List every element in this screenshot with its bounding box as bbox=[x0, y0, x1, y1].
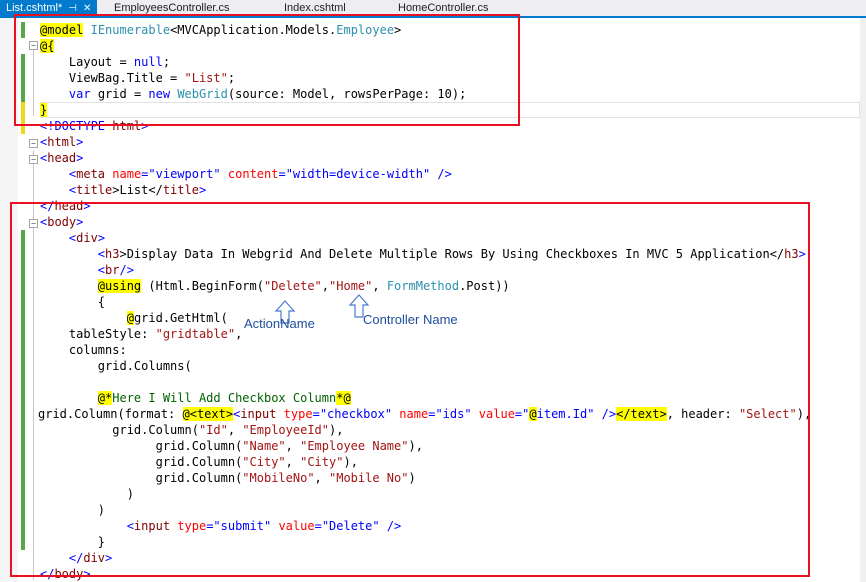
tab-label: HomeController.cs bbox=[398, 2, 489, 14]
code-token: = bbox=[278, 167, 286, 181]
code-token: meta bbox=[76, 167, 106, 181]
code-token: < bbox=[40, 183, 77, 197]
code-token: > bbox=[76, 151, 84, 165]
controller-name-annotation: Controller Name bbox=[363, 312, 458, 327]
code-line[interactable]: <head> bbox=[40, 150, 811, 166]
code-token: head bbox=[47, 151, 77, 165]
code-token: "width=device-width" bbox=[285, 167, 431, 181]
vertical-scrollbar[interactable] bbox=[860, 18, 866, 582]
action-name-annotation: ActionName bbox=[244, 316, 315, 331]
code-token: content bbox=[227, 167, 279, 181]
highlight-box-model bbox=[14, 14, 520, 126]
collapse-icon[interactable]: − bbox=[29, 155, 38, 164]
code-token: "viewport" bbox=[148, 167, 221, 181]
code-token: title bbox=[162, 183, 199, 197]
code-line[interactable]: <meta name="viewport" content="width=dev… bbox=[40, 166, 811, 182]
code-token: title bbox=[76, 183, 113, 197]
code-token: > bbox=[76, 135, 84, 149]
code-token: < bbox=[40, 167, 77, 181]
tab-label: List.cshtml* bbox=[6, 2, 63, 14]
code-token: html bbox=[47, 135, 77, 149]
pin-icon[interactable]: ⊣ bbox=[68, 3, 77, 14]
code-token: >List</ bbox=[112, 183, 163, 197]
collapse-icon[interactable]: − bbox=[29, 139, 38, 148]
code-token: /> bbox=[430, 167, 452, 181]
code-line[interactable]: <title>List</title> bbox=[40, 182, 811, 198]
highlight-box-body bbox=[10, 202, 810, 577]
code-token: name bbox=[112, 167, 142, 181]
tab-label: EmployeesController.cs bbox=[114, 2, 230, 14]
code-line[interactable]: <html> bbox=[40, 134, 811, 150]
tab-label: Index.cshtml bbox=[284, 2, 346, 14]
close-icon[interactable]: ✕ bbox=[83, 3, 91, 14]
code-token: > bbox=[198, 183, 207, 197]
